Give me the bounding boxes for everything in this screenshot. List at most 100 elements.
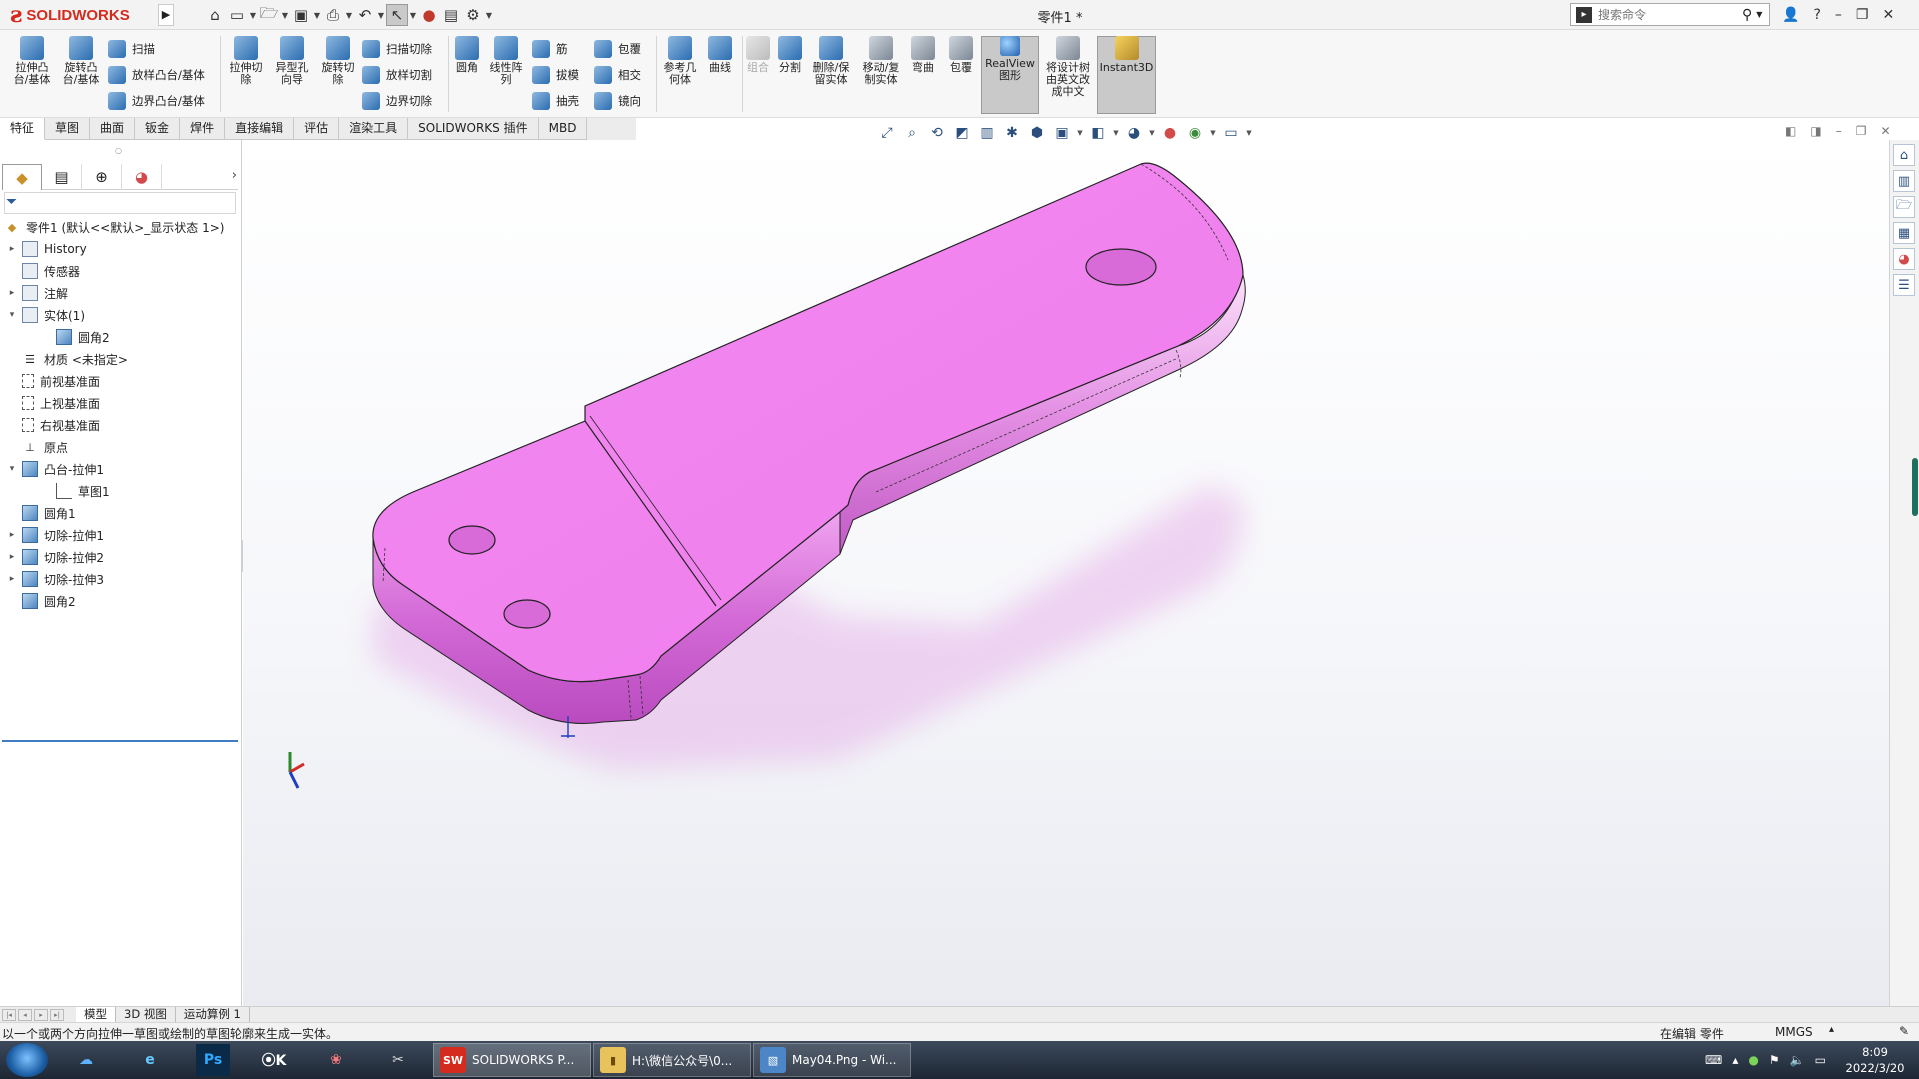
tree-item[interactable]: 圆角2 xyxy=(0,326,242,348)
tray-app-icon[interactable]: ● xyxy=(1748,1053,1758,1067)
tab-mbd[interactable]: MBD xyxy=(538,118,588,140)
tree-item[interactable]: 右视基准面 xyxy=(0,414,242,436)
mirror-button[interactable]: 镜向 xyxy=(594,90,641,112)
chevron-down-icon[interactable]: ▼ xyxy=(484,4,494,26)
viewport-close-icon[interactable]: ✕ xyxy=(1880,124,1890,138)
chevron-down-icon[interactable]: ▼ xyxy=(1076,129,1084,137)
configuration-manager-tab-icon[interactable]: ⊕ xyxy=(82,164,122,190)
manager-tabs-more-icon[interactable]: › xyxy=(232,168,237,183)
user-icon[interactable]: 👤 xyxy=(1782,7,1799,23)
tree-item[interactable]: 圆角1 xyxy=(0,502,242,524)
reference-geometry-button[interactable]: 参考几 何体 xyxy=(660,36,700,86)
chevron-down-icon[interactable]: ▼ xyxy=(1112,129,1120,137)
move-copy-body-button[interactable]: 移动/复 制实体 xyxy=(858,36,904,86)
next-tab-icon[interactable]: ▸ xyxy=(34,1008,48,1021)
split-button[interactable]: 分割 xyxy=(774,36,806,74)
tab-motion-study[interactable]: 运动算例 1 xyxy=(176,1006,250,1023)
expand-toggle-icon[interactable]: ▸ xyxy=(6,244,18,254)
filter-icon[interactable]: ⏷ xyxy=(6,194,17,210)
swept-cut-button[interactable]: 扫描切除 xyxy=(362,38,432,60)
rollback-bar[interactable] xyxy=(2,740,238,742)
custom-properties-icon[interactable]: ☰ xyxy=(1893,274,1915,296)
tree-item[interactable]: 前视基准面 xyxy=(0,370,242,392)
realview-button[interactable]: RealView 图形 xyxy=(981,36,1039,82)
tab-surfaces[interactable]: 曲面 xyxy=(90,118,136,140)
chevron-down-icon[interactable]: ▼ xyxy=(344,4,354,26)
expand-toggle-icon[interactable]: ▸ xyxy=(6,574,18,584)
tree-item[interactable]: ▸ 切除-拉伸1 xyxy=(0,524,242,546)
photoshop-icon[interactable]: Ps xyxy=(196,1044,230,1076)
network-icon[interactable]: ▭ xyxy=(1815,1053,1826,1067)
chevron-down-icon[interactable]: ▼ xyxy=(248,4,258,26)
tab-3d-views[interactable]: 3D 视图 xyxy=(116,1006,176,1023)
save-icon[interactable]: ▣ xyxy=(290,4,312,26)
expand-toggle-icon[interactable]: ▸ xyxy=(6,530,18,540)
image-viewer-icon[interactable]: ❀ xyxy=(314,1044,358,1076)
instant3d-button[interactable]: Instant3D xyxy=(1097,36,1156,74)
chevron-down-icon[interactable]: ▼ xyxy=(312,4,322,26)
tree-item[interactable]: ▸ History xyxy=(0,238,242,260)
tab-features[interactable]: 特征 xyxy=(0,118,46,140)
tree-item[interactable]: 圆角2 xyxy=(0,590,242,612)
search-input[interactable] xyxy=(1598,7,1738,22)
tree-item[interactable]: 上视基准面 xyxy=(0,392,242,414)
select-pointer-icon[interactable]: ↖ xyxy=(386,4,408,26)
chevron-down-icon[interactable]: ▼ xyxy=(280,4,290,26)
boundary-boss-button[interactable]: 边界凸台/基体 xyxy=(108,90,205,112)
chevron-down-icon[interactable]: ▼ xyxy=(1245,129,1253,137)
file-properties-icon[interactable]: ▤ xyxy=(440,4,462,26)
property-manager-tab-icon[interactable]: ▤ xyxy=(42,164,82,190)
shell-button[interactable]: 抽壳 xyxy=(532,90,579,112)
chevron-down-icon[interactable]: ▼ xyxy=(1148,129,1156,137)
flag-icon[interactable]: ⚑ xyxy=(1769,1053,1780,1067)
combine-button[interactable]: 组合 xyxy=(744,36,772,74)
prev-tab-icon[interactable]: ◂ xyxy=(18,1008,32,1021)
split-view-left-icon[interactable]: ◧ xyxy=(1785,124,1796,138)
chevron-down-icon[interactable]: ▼ xyxy=(1756,10,1762,19)
keyboard-icon[interactable]: ⌨ xyxy=(1705,1053,1722,1067)
split-view-right-icon[interactable]: ◨ xyxy=(1810,124,1821,138)
graphics-area[interactable] xyxy=(243,140,1889,1006)
viewport-restore-icon[interactable]: ❐ xyxy=(1856,124,1867,138)
search-commands-box[interactable]: ▸ ⚲ ▼ xyxy=(1570,3,1770,26)
expand-toggle-icon[interactable]: ▾ xyxy=(6,310,18,320)
restore-icon[interactable]: ❐ xyxy=(1856,7,1869,23)
last-tab-icon[interactable]: ▸| xyxy=(50,1008,64,1021)
task-pane-scroll-handle[interactable] xyxy=(1912,458,1918,516)
customize-status-icon[interactable]: ✎ xyxy=(1899,1024,1909,1038)
panel-grip-icon[interactable]: ○ xyxy=(115,146,122,155)
search-mode-icon[interactable]: ▸ xyxy=(1576,6,1592,23)
design-library-icon[interactable]: ▥ xyxy=(1893,170,1915,192)
revolve-boss-button[interactable]: 旋转凸 台/基体 xyxy=(57,36,105,86)
tree-item[interactable]: ▸ 注解 xyxy=(0,282,242,304)
delete-keep-body-button[interactable]: 删除/保 留实体 xyxy=(808,36,854,86)
tab-weldments[interactable]: 焊件 xyxy=(180,118,226,140)
print-icon[interactable]: ⎙ xyxy=(322,4,344,26)
draft-button[interactable]: 拔模 xyxy=(532,64,579,86)
rib-button[interactable]: 筋 xyxy=(532,38,568,60)
hole-wizard-button[interactable]: 异型孔 向导 xyxy=(270,36,314,86)
taskbar-solidworks[interactable]: SW SOLIDWORKS P... xyxy=(433,1043,591,1077)
curves-button[interactable]: 曲线 xyxy=(702,36,738,74)
tree-item[interactable]: ⊥ 原点 xyxy=(0,436,242,458)
tab-sketch[interactable]: 草图 xyxy=(45,118,91,140)
start-button-icon[interactable] xyxy=(6,1043,48,1077)
translate-tree-button[interactable]: 将设计树 由英文改 成中文 xyxy=(1040,36,1096,98)
units-selector[interactable]: MMGS xyxy=(1775,1025,1813,1039)
boundary-cut-button[interactable]: 边界切除 xyxy=(362,90,432,112)
tab-evaluate[interactable]: 评估 xyxy=(294,118,340,140)
part-model[interactable] xyxy=(243,140,1889,1006)
minimize-icon[interactable]: – xyxy=(1835,7,1842,23)
menu-expand-arrow-icon[interactable]: ▶ xyxy=(158,4,174,26)
feature-manager-tab-icon[interactable]: ◆ xyxy=(2,164,42,190)
extrude-cut-button[interactable]: 拉伸切 除 xyxy=(224,36,268,86)
tree-item[interactable]: ▾ 凸台-拉伸1 xyxy=(0,458,242,480)
first-tab-icon[interactable]: |◂ xyxy=(2,1008,16,1021)
loft-boss-button[interactable]: 放样凸台/基体 xyxy=(108,64,205,86)
chevron-up-icon[interactable]: ▴ xyxy=(1829,1024,1834,1035)
viewport-minimize-icon[interactable]: – xyxy=(1836,124,1842,138)
chevron-down-icon[interactable]: ▼ xyxy=(408,4,418,26)
volume-icon[interactable]: 🔈 xyxy=(1790,1053,1805,1067)
intersect-button[interactable]: 相交 xyxy=(594,64,641,86)
tab-render-tools[interactable]: 渲染工具 xyxy=(339,118,409,140)
